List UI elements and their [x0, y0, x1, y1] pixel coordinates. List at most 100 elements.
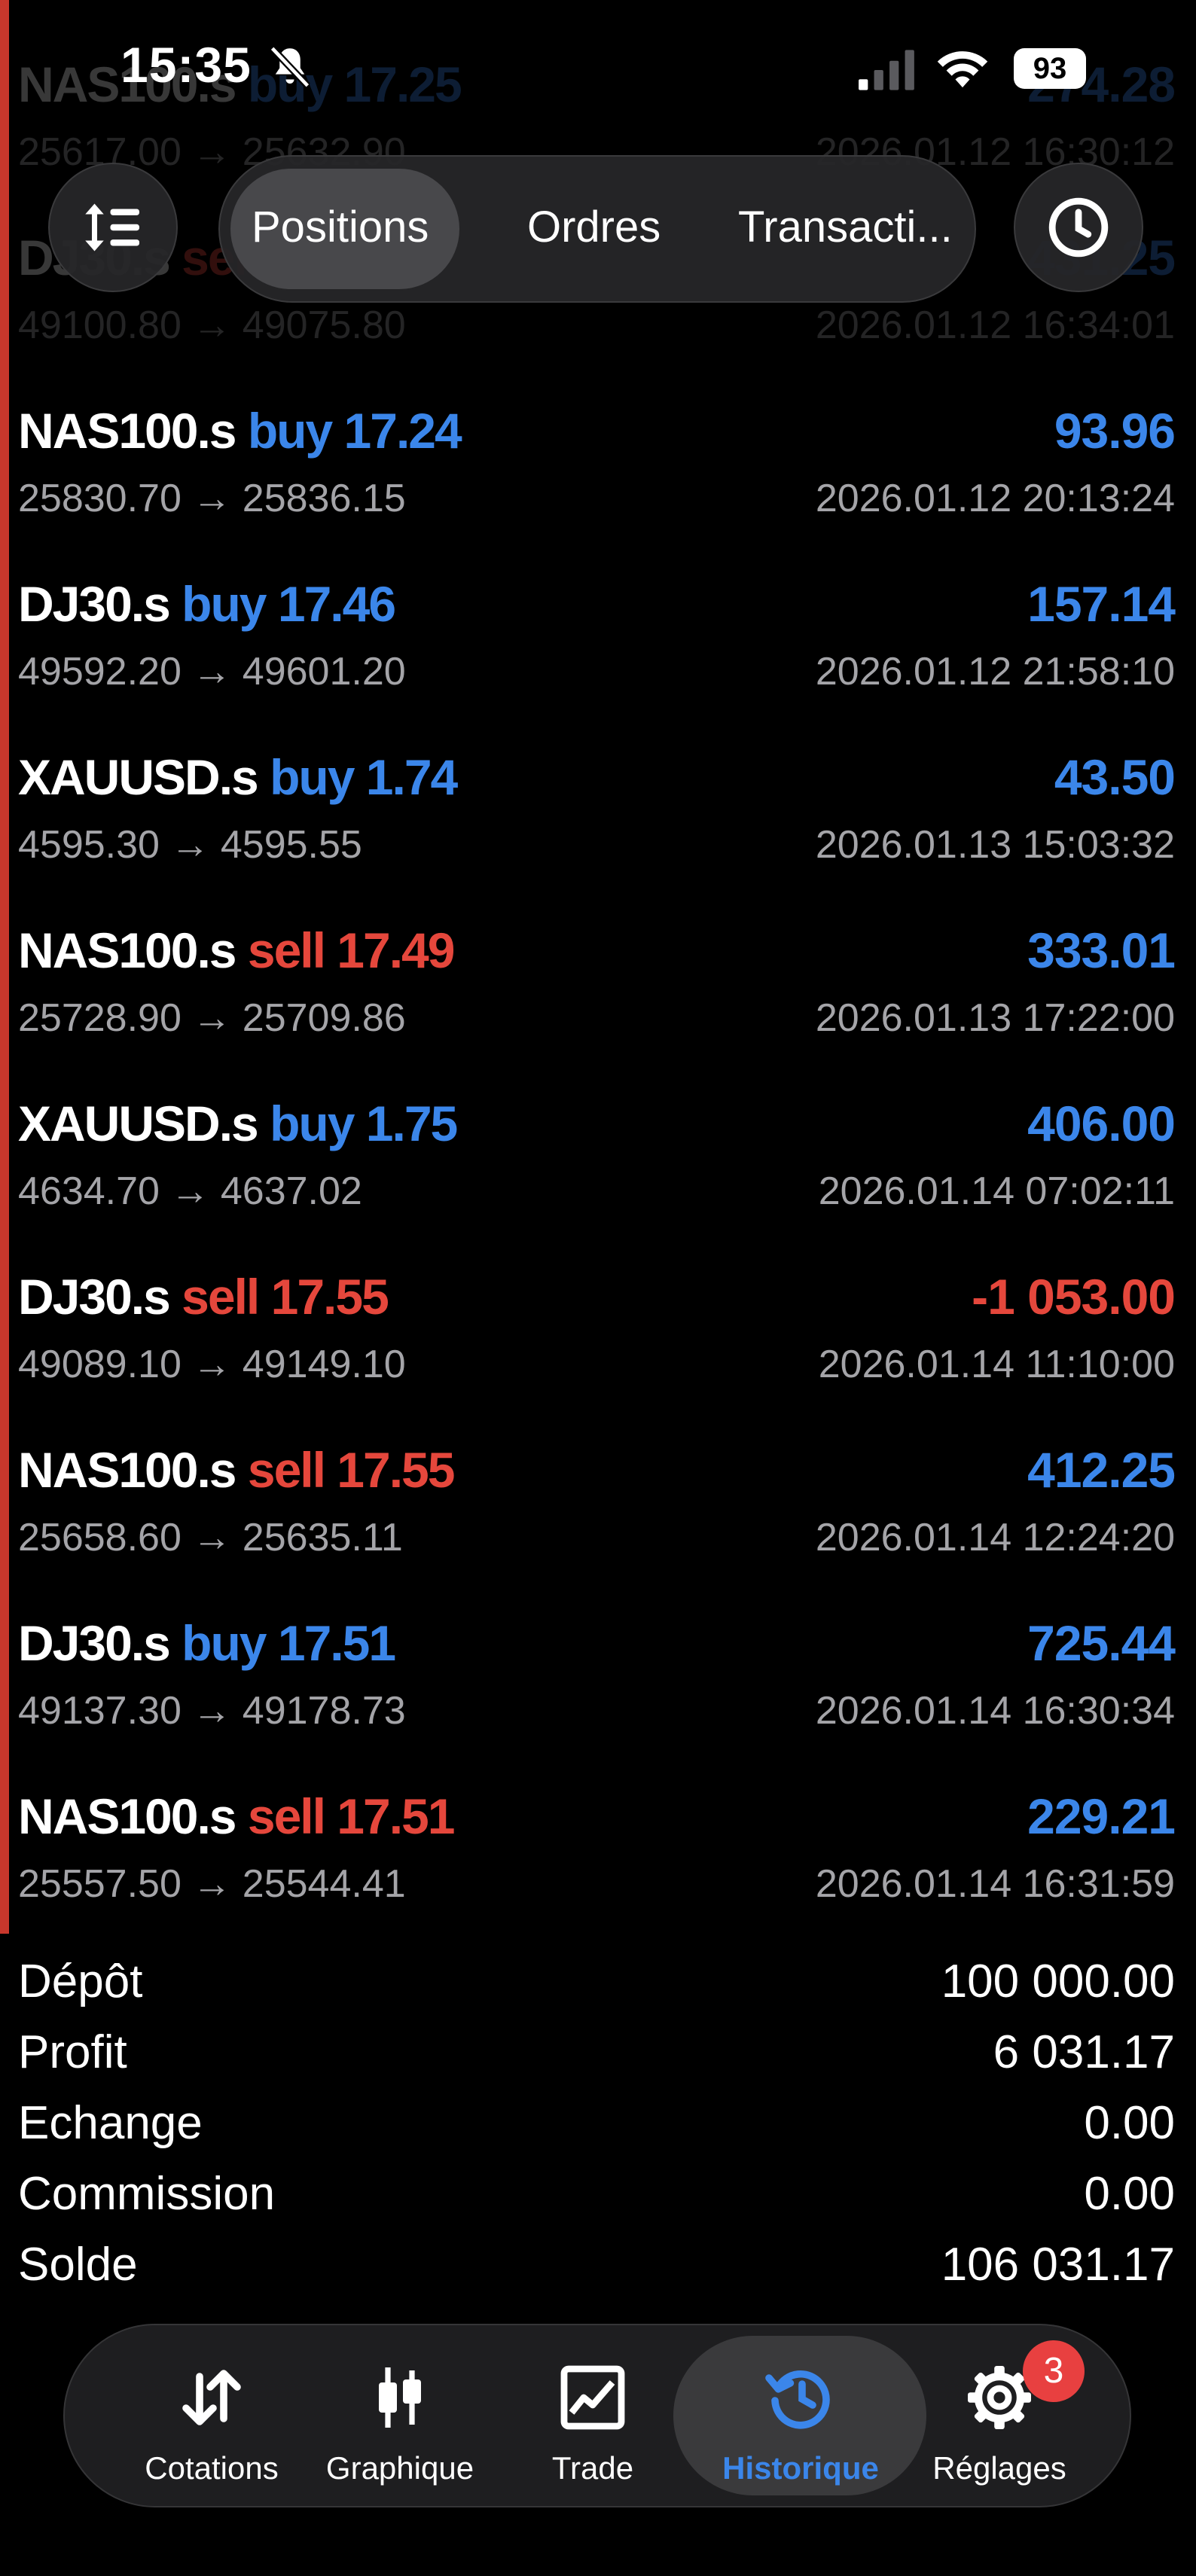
sort-button[interactable]	[48, 163, 178, 292]
trade-volume: 17.55	[337, 1442, 455, 1498]
trade-volume: 17.49	[337, 922, 455, 978]
candlestick-icon	[379, 2367, 421, 2428]
trade-symbol: NAS100.s	[18, 1442, 237, 1498]
trade-side: buy	[270, 1096, 355, 1151]
bell-muted-icon	[270, 46, 310, 88]
cellular-signal-icon	[859, 50, 914, 90]
summary-value: 106 031.17	[941, 2239, 1175, 2291]
tab-trade[interactable]: Trade	[491, 2325, 694, 2506]
trade-time: 2026.01.12 20:13:24	[815, 477, 1175, 520]
trade-volume: 17.55	[270, 1269, 389, 1325]
trade-profit: 157.14	[1027, 576, 1176, 632]
trade-profit: 406.00	[1027, 1096, 1176, 1151]
trade-row[interactable]: XAUUSD.s buy 1.74 43.50 4595.30 → 4595.55 2…	[0, 742, 1196, 916]
summary-row: Echange 0.00	[18, 2096, 1175, 2164]
trade-time: 2026.01.12 21:58:10	[815, 650, 1175, 694]
trade-symbol: DJ30.s	[18, 1615, 171, 1671]
segmented-control: Positions Ordres Transacti...	[218, 155, 976, 303]
tab-positions[interactable]: Positions	[252, 202, 429, 252]
trade-volume: 1.75	[365, 1096, 458, 1151]
trade-chart-icon	[560, 2365, 625, 2430]
trade-side: sell	[247, 1788, 326, 1844]
trade-title: NAS100.s sell 17.51	[18, 1788, 455, 1845]
trade-volume: 17.51	[337, 1788, 455, 1844]
trade-symbol: NAS100.s	[18, 403, 237, 459]
trade-side: sell	[182, 1269, 260, 1325]
trade-row[interactable]: NAS100.s buy 17.24 93.96 25830.70 → 25836.…	[0, 396, 1196, 569]
settings-notification-badge: 3	[1023, 2340, 1085, 2402]
battery-indicator: 93	[1014, 48, 1086, 89]
sort-icon	[85, 203, 139, 252]
trade-title: XAUUSD.s buy 1.74	[18, 748, 458, 806]
history-icon	[765, 2370, 830, 2429]
trade-row[interactable]: XAUUSD.s buy 1.75 406.00 4634.70 → 4637.02…	[0, 1089, 1196, 1262]
summary-label: Echange	[18, 2097, 203, 2149]
trade-time: 2026.01.14 11:10:00	[818, 1343, 1175, 1386]
wifi-icon	[937, 51, 988, 88]
trade-title: DJ30.s sell 17.55	[18, 1268, 389, 1325]
summary-label: Profit	[18, 2026, 127, 2078]
tab-label: Réglages	[932, 2450, 1066, 2486]
tab-graphique[interactable]: Graphique	[298, 2325, 502, 2506]
summary-label: Commission	[18, 2168, 276, 2220]
trade-prices: 25557.50 → 25544.41	[18, 1862, 406, 1906]
tab-cotations[interactable]: Cotations	[110, 2325, 313, 2506]
trade-profit: 412.25	[1027, 1442, 1176, 1498]
summary-value: 100 000.00	[941, 1956, 1175, 2007]
tab-label: Trade	[551, 2450, 634, 2486]
trade-title: NAS100.s buy 17.24	[18, 402, 462, 459]
trade-time: 2026.01.14 12:24:20	[815, 1516, 1175, 1559]
trade-profit: -1 053.00	[972, 1269, 1176, 1325]
trade-volume: 17.51	[277, 1615, 396, 1671]
trade-title: XAUUSD.s buy 1.75	[18, 1095, 458, 1152]
tab-transactions[interactable]: Transacti...	[738, 202, 953, 252]
trade-prices: 4595.30 → 4595.55	[18, 823, 362, 867]
trade-row[interactable]: NAS100.s sell 17.51 229.21 25557.50 → 2554…	[0, 1782, 1196, 1955]
trade-side: sell	[247, 1442, 326, 1498]
trade-row[interactable]: DJ30.s sell 17.55 -1 053.00 49089.10 → 491…	[0, 1262, 1196, 1435]
tab-label: Historique	[722, 2450, 879, 2486]
trade-prices: 25658.60 → 25635.11	[18, 1516, 403, 1559]
trade-profit: 43.50	[1054, 749, 1176, 805]
trade-title: DJ30.s buy 17.46	[18, 575, 396, 633]
tab-label: Cotations	[145, 2450, 279, 2486]
trade-symbol: NAS100.s	[18, 1788, 237, 1844]
bottom-tab-bar: Cotations Graphique Trade Historique Rég…	[63, 2324, 1131, 2507]
trade-symbol: NAS100.s	[18, 922, 237, 978]
summary-row: Profit 6 031.17	[18, 2026, 1175, 2093]
tab-label: Graphique	[325, 2450, 474, 2486]
trade-row[interactable]: DJ30.s buy 17.51 725.44 49137.30 → 49178.7…	[0, 1608, 1196, 1782]
trade-prices: 49089.10 → 49149.10	[18, 1343, 406, 1386]
tab-ordres[interactable]: Ordres	[527, 202, 661, 252]
trade-prices: 49137.30 → 49178.73	[18, 1689, 406, 1733]
summary-label: Solde	[18, 2239, 138, 2291]
trade-symbol: DJ30.s	[18, 576, 171, 632]
trade-title: NAS100.s sell 17.49	[18, 922, 455, 979]
trade-side: buy	[182, 1615, 267, 1671]
trade-profit: 725.44	[1027, 1615, 1176, 1671]
trade-title: DJ30.s buy 17.51	[18, 1614, 396, 1672]
summary-value: 6 031.17	[993, 2026, 1175, 2078]
trade-time: 2026.01.14 16:31:59	[815, 1862, 1175, 1906]
summary-value: 0.00	[1084, 2097, 1175, 2149]
trade-side: buy	[182, 576, 267, 632]
trade-symbol: DJ30.s	[18, 1269, 171, 1325]
tab-historique[interactable]: Historique	[699, 2325, 902, 2506]
trade-prices: 4634.70 → 4637.02	[18, 1169, 362, 1213]
trade-profit: 229.21	[1027, 1788, 1176, 1844]
summary-label: Dépôt	[18, 1956, 143, 2007]
trade-prices: 25830.70 → 25836.15	[18, 477, 406, 520]
trade-prices: 49100.80 → 49075.80	[18, 303, 406, 347]
trade-symbol: XAUUSD.s	[18, 749, 259, 805]
period-filter-button[interactable]	[1014, 163, 1143, 292]
trade-time: 2026.01.14 16:30:34	[815, 1689, 1175, 1733]
trade-volume: 17.25	[343, 56, 462, 112]
trade-row[interactable]: NAS100.s sell 17.49 333.01 25728.90 → 2570…	[0, 916, 1196, 1089]
trade-row[interactable]: DJ30.s buy 17.46 157.14 49592.20 → 49601.2…	[0, 569, 1196, 742]
summary-row: Solde 106 031.17	[18, 2238, 1175, 2306]
trade-side: buy	[270, 749, 355, 805]
trade-time: 2026.01.13 15:03:32	[815, 823, 1175, 867]
trade-row[interactable]: NAS100.s sell 17.55 412.25 25658.60 → 2563…	[0, 1435, 1196, 1608]
trade-volume: 1.74	[365, 749, 458, 805]
trade-prices: 25728.90 → 25709.86	[18, 996, 406, 1040]
